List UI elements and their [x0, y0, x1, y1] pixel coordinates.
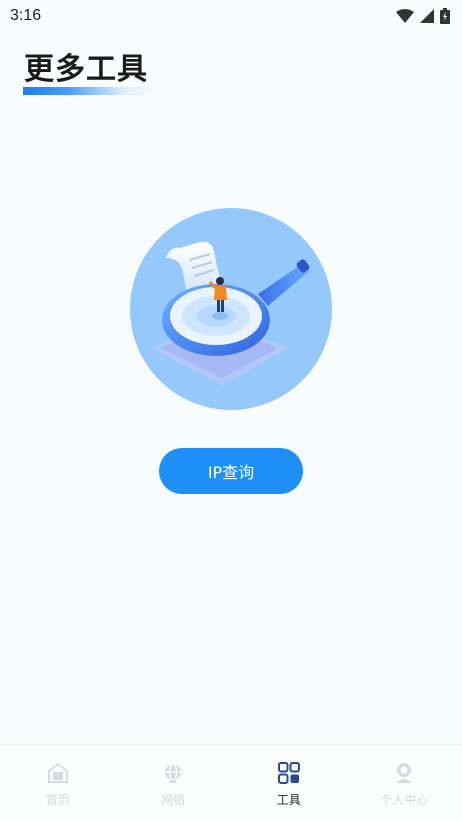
nav-item-tools[interactable]: 工具 [231, 745, 347, 821]
nav-item-profile[interactable]: 个人中心 [347, 745, 462, 821]
home-icon [47, 762, 68, 783]
grid-tools-icon [277, 762, 300, 784]
globe-icon [165, 763, 182, 783]
nav-item-home[interactable]: 首页 [0, 745, 116, 821]
status-time: 3:16 [10, 7, 42, 24]
page-title: 更多工具 [24, 52, 148, 87]
nav-item-home-label: 首页 [45, 793, 70, 807]
battery-charging-icon [440, 8, 450, 24]
nav-item-network[interactable]: 网络 [116, 745, 232, 821]
nav-item-tools-label: 工具 [276, 793, 301, 807]
wifi-icon [396, 9, 414, 23]
title-underline [23, 87, 155, 95]
status-bar: 3:16 [0, 0, 462, 32]
magnifier-search-illustration [130, 208, 332, 410]
status-icons [396, 8, 450, 24]
ip-query-button[interactable]: IP查询 [159, 448, 303, 494]
user-icon [397, 763, 412, 783]
nav-item-network-label: 网络 [161, 793, 186, 807]
bottom-nav: 首页 网络 工具 个人中心 [0, 744, 462, 821]
signal-icon [420, 9, 434, 23]
nav-item-profile-label: 个人中心 [380, 793, 429, 807]
